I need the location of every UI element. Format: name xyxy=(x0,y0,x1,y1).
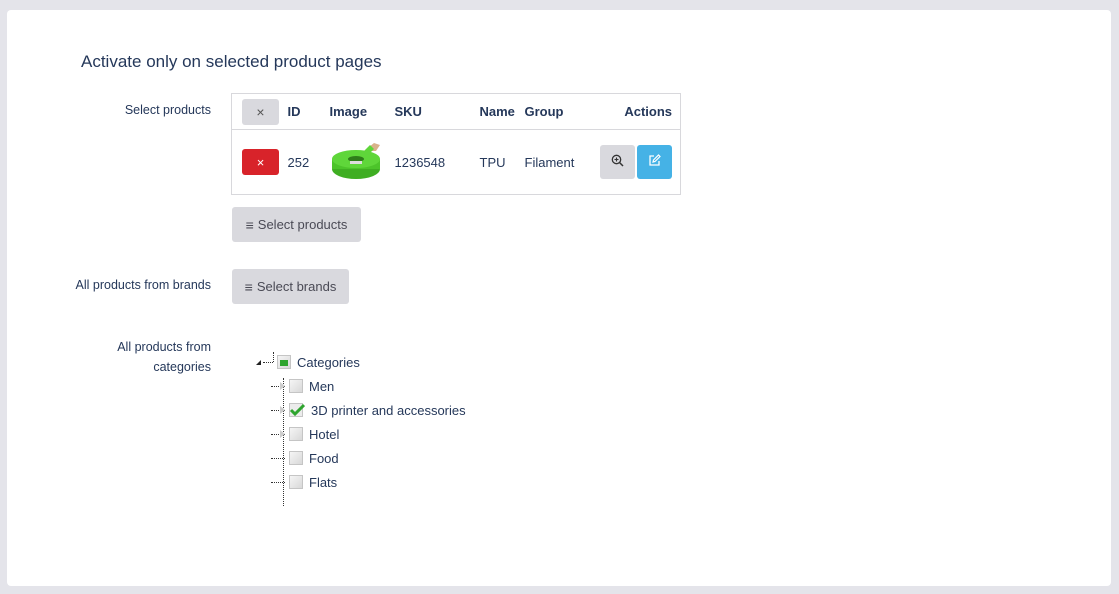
tree-node-flats[interactable]: Flats xyxy=(247,470,466,494)
tree-node-categories[interactable]: Categories xyxy=(247,350,466,374)
categories-label-line1: All products from xyxy=(117,340,211,354)
categories-label: All products from categories xyxy=(31,337,211,377)
tree-node-hotel[interactable]: Hotel xyxy=(247,422,466,446)
clear-all-button[interactable]: × xyxy=(242,98,279,125)
edit-icon xyxy=(648,154,661,170)
tree-branch-line xyxy=(263,361,273,363)
column-header-group: Group xyxy=(524,93,589,130)
edit-product-button[interactable] xyxy=(637,145,672,179)
remove-product-button[interactable]: × xyxy=(242,149,279,175)
product-sku: 1236548 xyxy=(394,154,446,170)
close-icon: × xyxy=(256,154,265,170)
expand-arrow-icon[interactable] xyxy=(280,430,285,438)
select-brands-button-label: Select brands xyxy=(256,279,337,294)
select-brands-button[interactable]: ≡ Select brands xyxy=(232,269,349,304)
tree-node-label: Flats xyxy=(309,474,338,490)
tree-node-label: Food xyxy=(309,450,339,466)
tree-node-label: Hotel xyxy=(309,426,340,442)
product-group: Filament xyxy=(524,154,575,170)
tree-node-food[interactable]: Food xyxy=(247,446,466,470)
expand-arrow-icon[interactable] xyxy=(280,382,285,390)
tree-node-label: Men xyxy=(309,378,335,394)
categories-label-line2: categories xyxy=(153,360,211,374)
tree-node-label: Categories xyxy=(297,354,360,370)
select-products-button[interactable]: ≡ Select products xyxy=(232,207,361,242)
column-header-sku: SKU xyxy=(394,93,480,130)
product-id: 252 xyxy=(287,154,310,170)
checkbox-icon[interactable] xyxy=(289,379,303,393)
collapse-toggle-icon[interactable] xyxy=(256,351,274,365)
partial-checkbox-icon[interactable] xyxy=(277,355,291,369)
tree-node-3d-printer[interactable]: 3D printer and accessories xyxy=(247,398,466,422)
product-image xyxy=(330,139,382,183)
tree-node-label: 3D printer and accessories xyxy=(311,402,466,418)
selected-products-table: × ID Image SKU Name Group Actions × 252 xyxy=(231,93,681,195)
column-header-name: Name xyxy=(479,93,525,130)
select-products-button-label: Select products xyxy=(257,217,348,232)
close-icon: × xyxy=(256,103,265,120)
view-product-button[interactable] xyxy=(600,145,635,179)
brands-label: All products from brands xyxy=(75,278,211,292)
tree-branch-line xyxy=(271,481,285,483)
column-header-actions: Actions xyxy=(588,93,681,130)
checked-checkbox-icon[interactable] xyxy=(289,403,306,417)
menu-icon: ≡ xyxy=(245,216,254,233)
product-name: TPU xyxy=(479,154,506,170)
checkbox-icon[interactable] xyxy=(289,427,303,441)
column-header-id: ID xyxy=(287,93,330,130)
column-header-image: Image xyxy=(329,93,395,130)
category-tree: Categories Men 3D printer and accessorie… xyxy=(247,350,466,506)
expand-arrow-icon[interactable] xyxy=(280,406,285,414)
tree-node-men[interactable]: Men xyxy=(247,374,466,398)
select-products-label: Select products xyxy=(124,103,211,117)
section-title: Activate only on selected product pages xyxy=(81,52,382,71)
table-row: × 252 1236548 TPU Filament xyxy=(232,130,681,195)
zoom-in-icon xyxy=(611,154,624,170)
settings-panel: Activate only on selected product pages … xyxy=(7,10,1111,586)
menu-icon: ≡ xyxy=(244,278,253,295)
checkbox-icon[interactable] xyxy=(289,451,303,465)
table-header-row: × ID Image SKU Name Group Actions xyxy=(231,93,681,130)
checkbox-icon[interactable] xyxy=(289,475,303,489)
tree-branch-line xyxy=(271,457,285,459)
